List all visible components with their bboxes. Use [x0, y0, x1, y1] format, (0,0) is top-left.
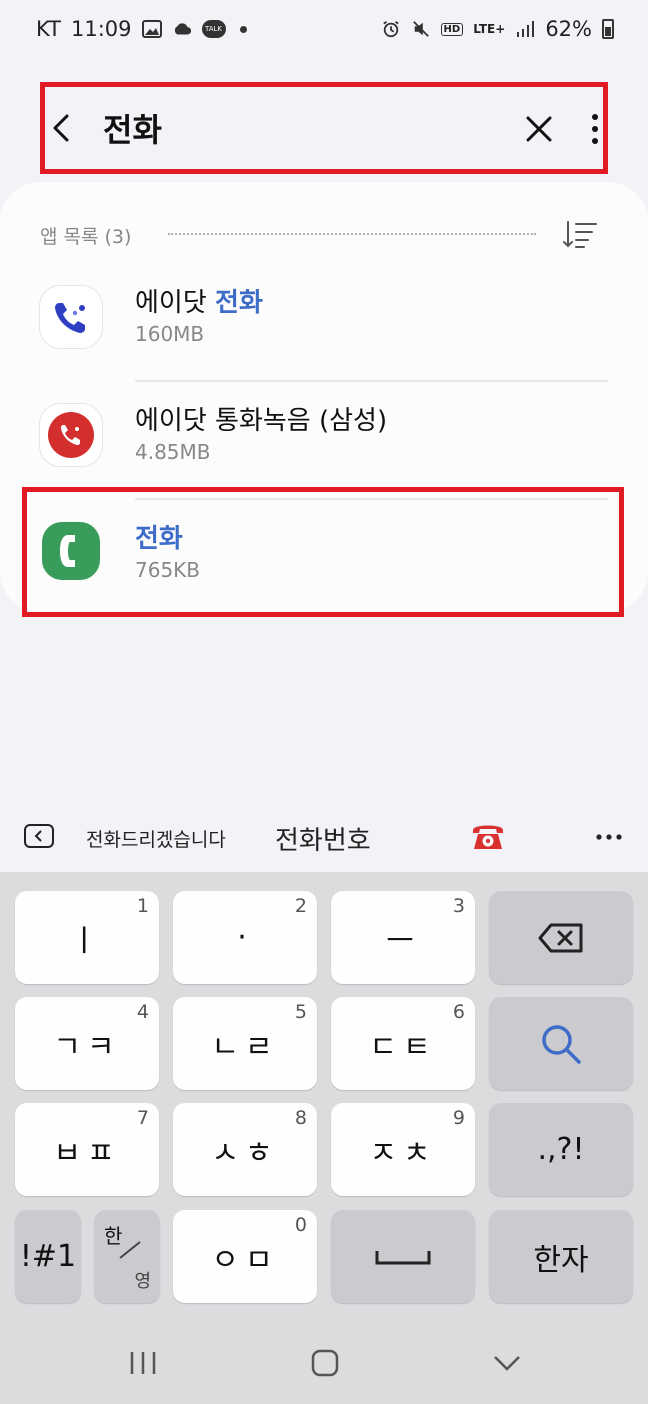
selected-result-highlight: [22, 487, 624, 617]
search-key[interactable]: [489, 997, 633, 1090]
key-label: ㅣ: [70, 923, 104, 959]
toolbar-collapse-icon[interactable]: [24, 824, 54, 848]
key-label: ㅈㅊ: [369, 1135, 437, 1171]
key-number: 2: [294, 895, 307, 917]
carrier-label: KT: [36, 17, 61, 41]
app-name-text: 에이닷: [135, 288, 216, 318]
section-divider: [168, 233, 536, 235]
backspace-key[interactable]: [489, 891, 633, 984]
app-name-text: 에이닷 통화녹음 (삼성): [135, 406, 388, 436]
telephone-emoji-icon[interactable]: [470, 820, 506, 852]
home-icon[interactable]: [310, 1348, 340, 1378]
app-size: 160MB: [135, 322, 205, 346]
adot-call-record-icon: [40, 404, 102, 466]
key-dot-vowel[interactable]: 2 ·: [173, 891, 317, 984]
signal-icon: [517, 21, 535, 37]
key-i-vowel[interactable]: 1ㅣ: [15, 891, 159, 984]
key-ieung[interactable]: 0 ㅇㅁ: [173, 1210, 317, 1303]
app-size: 4.85MB: [135, 440, 211, 464]
key-eu-vowel[interactable]: 3ㅡ: [331, 891, 475, 984]
app-name: 에이닷 통화녹음 (삼성): [135, 400, 387, 437]
network-type-icon: LTE+: [473, 22, 506, 36]
language-toggle-key[interactable]: 한 영: [94, 1210, 160, 1303]
alarm-icon: [382, 21, 399, 38]
key-nieun[interactable]: 5 ㄴㄹ: [173, 997, 317, 1090]
recent-apps-icon[interactable]: [128, 1350, 158, 1376]
key-label: 한자: [533, 1242, 589, 1278]
key-bieup[interactable]: 7 ㅂㅍ: [15, 1103, 159, 1196]
key-number: 6: [452, 1001, 465, 1023]
key-label: ㅇㅁ: [211, 1242, 279, 1278]
key-number: 1: [136, 895, 149, 917]
more-options-icon[interactable]: [585, 111, 605, 147]
gallery-icon: [141, 20, 162, 38]
cloud-icon: [174, 23, 191, 35]
back-arrow-icon[interactable]: [49, 113, 75, 143]
lang-divider-icon: [119, 1241, 141, 1259]
app-name-highlight: 전화: [215, 288, 263, 318]
navigation-bar: [0, 1322, 648, 1404]
key-label: !#1: [19, 1239, 77, 1274]
key-label: ㄴㄹ: [211, 1029, 279, 1065]
battery-percent: 62%: [545, 17, 592, 41]
punctuation-key[interactable]: .,?!: [489, 1103, 633, 1196]
more-suggestions-icon[interactable]: [596, 834, 622, 840]
key-number: 7: [136, 1107, 149, 1129]
symbols-key[interactable]: !#1: [15, 1210, 81, 1303]
clear-search-icon[interactable]: [525, 115, 553, 143]
mute-icon: [412, 21, 429, 37]
search-query-text[interactable]: 전화: [103, 105, 162, 151]
list-item-adot-call-record[interactable]: 에이닷 통화녹음 (삼성) 4.85MB: [0, 382, 648, 500]
key-number: 9: [452, 1107, 465, 1129]
key-label: ㄱㅋ: [53, 1029, 121, 1065]
hide-keyboard-icon[interactable]: [492, 1354, 522, 1372]
notification-dot-icon: [239, 25, 247, 33]
key-label: ㅂㅍ: [53, 1135, 121, 1171]
key-label: .,?!: [537, 1132, 585, 1167]
lang-english-label: 영: [134, 1271, 151, 1292]
key-siot[interactable]: 8 ㅅㅎ: [173, 1103, 317, 1196]
space-icon: [375, 1250, 431, 1264]
status-bar: KT 11:09 TALK HD LTE+ 62%: [0, 0, 648, 62]
key-label: ㅅㅎ: [211, 1135, 279, 1171]
hanja-key[interactable]: 한자: [489, 1210, 633, 1303]
clock: 11:09: [70, 17, 132, 41]
search-icon: [542, 1024, 581, 1064]
key-number: 0: [294, 1214, 307, 1236]
key-label: ·: [237, 920, 253, 955]
key-label: ㄷㅌ: [369, 1029, 437, 1065]
key-label: ㅡ: [386, 923, 420, 959]
sort-icon[interactable]: [562, 220, 598, 250]
kakaotalk-icon: TALK: [201, 20, 226, 38]
key-number: 5: [294, 1001, 307, 1023]
app-name: 에이닷 전화: [135, 282, 263, 319]
search-header: 전화: [40, 82, 608, 174]
space-key[interactable]: [331, 1210, 475, 1303]
hd-voice-icon: HD: [440, 22, 464, 36]
backspace-icon: [538, 923, 583, 952]
key-number: 8: [294, 1107, 307, 1129]
list-item-adot-phone[interactable]: 에이닷 전화 160MB: [0, 264, 648, 382]
key-number: 4: [136, 1001, 149, 1023]
key-digeut[interactable]: 6 ㄷㅌ: [331, 997, 475, 1090]
suggestion-item[interactable]: 전화번호: [275, 820, 371, 857]
adot-phone-icon: [40, 286, 102, 348]
key-number: 3: [452, 895, 465, 917]
key-giyeok[interactable]: 4 ㄱㅋ: [15, 997, 159, 1090]
keyboard-suggestion-bar: 전화드리겠습니다 전화번호: [0, 800, 648, 872]
key-jieut[interactable]: 9 ㅈㅊ: [331, 1103, 475, 1196]
battery-icon: [602, 19, 614, 39]
suggestion-item[interactable]: 전화드리겠습니다: [86, 825, 226, 852]
app-list-section-label: 앱 목록 (3): [40, 226, 132, 248]
